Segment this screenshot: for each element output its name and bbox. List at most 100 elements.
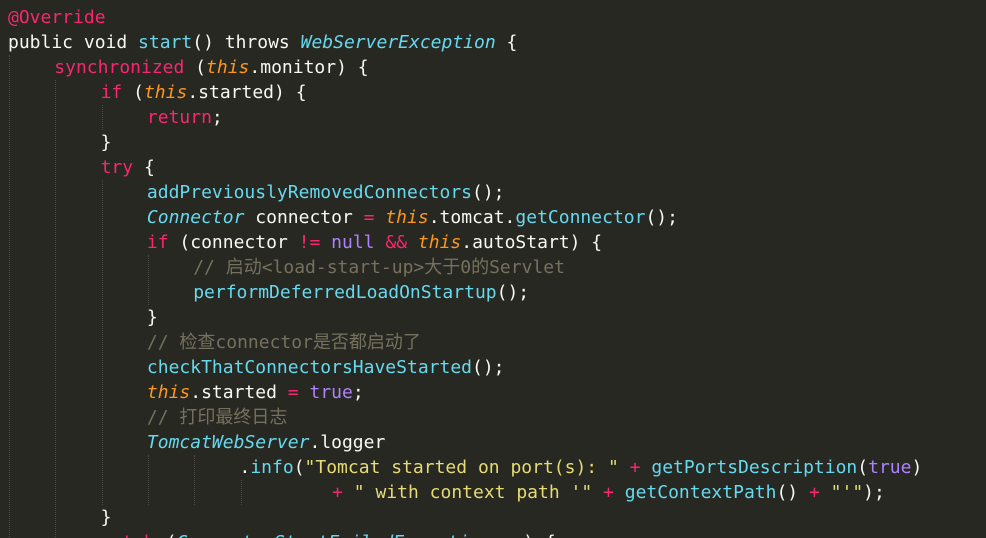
code-line[interactable]: this.started = true;: [147, 380, 364, 405]
code-token: true: [309, 382, 353, 403]
code-token: info: [250, 457, 294, 478]
code-token: TomcatWebServer: [146, 432, 310, 453]
code-token: connector: [244, 207, 364, 228]
indent-guide: [55, 80, 57, 538]
code-line[interactable]: // 启动<load-start-up>大于0的Servlet: [193, 255, 565, 280]
code-line[interactable]: + " with context path '" + getContextPat…: [332, 480, 885, 505]
code-token: {: [133, 157, 155, 178]
code-token: ;: [352, 382, 364, 403]
code-token: catch: [101, 532, 155, 538]
code-line[interactable]: // 检查connector是否都启动了: [147, 330, 421, 355]
code-line[interactable]: catch (ConnectorStartFailedException ex)…: [101, 530, 556, 538]
code-token: WebServerException: [300, 32, 496, 53]
code-token: checkThatConnectorsHaveStarted: [146, 357, 472, 378]
indent-guide: [147, 255, 149, 305]
code-token: .started) {: [187, 82, 307, 103]
code-token: }: [100, 507, 112, 528]
code-token: start: [138, 32, 193, 53]
code-line[interactable]: // 打印最终日志: [147, 405, 288, 430]
code-line[interactable]: }: [147, 305, 158, 330]
code-token: getConnector: [515, 207, 646, 228]
code-token: // 打印最终日志: [146, 407, 288, 428]
code-token: this: [417, 232, 462, 253]
code-token: ();: [472, 182, 505, 203]
code-line[interactable]: synchronized (this.monitor) {: [54, 55, 368, 80]
code-token: ): [911, 457, 923, 478]
code-token: }: [146, 307, 158, 328]
code-line[interactable]: }: [101, 130, 112, 155]
code-line[interactable]: .info("Tomcat started on port(s): " + ge…: [240, 455, 923, 480]
code-line[interactable]: try {: [101, 155, 155, 180]
code-token: +: [603, 482, 614, 503]
code-token: this: [146, 382, 191, 403]
code-token: () throws: [192, 32, 301, 53]
code-token: return: [146, 107, 212, 128]
code-token: (connector: [168, 232, 299, 253]
code-token: // 启动<load-start-up>大于0的Servlet: [193, 257, 565, 278]
code-token: (: [857, 457, 869, 478]
code-line[interactable]: if (this.started) {: [101, 80, 307, 105]
code-token: ConnectorStartFailedException: [176, 532, 490, 538]
code-token: Connector: [146, 207, 245, 228]
code-line[interactable]: return;: [147, 105, 223, 130]
code-token: try: [100, 157, 134, 178]
code-line[interactable]: performDeferredLoadOnStartup();: [193, 280, 529, 305]
code-line[interactable]: if (connector != null && this.autoStart)…: [147, 230, 602, 255]
code-token: (: [155, 532, 177, 538]
code-token: ex) {: [491, 532, 556, 538]
code-token: (: [184, 57, 207, 78]
code-line[interactable]: public void start() throws WebServerExce…: [8, 30, 517, 55]
code-token: this: [143, 82, 188, 103]
code-token: getContextPath: [624, 482, 777, 503]
code-token: (: [122, 82, 144, 103]
code-token: "Tomcat started on port(s): ": [304, 457, 619, 478]
code-token: // 检查connector是否都启动了: [146, 332, 421, 353]
code-token: true: [868, 457, 912, 478]
code-token: public void: [8, 32, 139, 53]
code-token: +: [332, 482, 343, 503]
code-token: (): [776, 482, 809, 503]
indent-guide: [101, 105, 103, 130]
indent-guide: [101, 180, 103, 505]
code-token: +: [629, 457, 641, 478]
code-token: ();: [472, 357, 505, 378]
indent-guide: [9, 55, 10, 538]
code-token: getPortsDescription: [651, 457, 858, 478]
code-token: =: [287, 382, 299, 403]
code-token: null: [331, 232, 375, 253]
indent-guide: [194, 455, 196, 505]
code-token: }: [100, 132, 112, 153]
code-token: .: [239, 457, 251, 478]
code-line[interactable]: }: [101, 505, 112, 530]
code-line[interactable]: addPreviouslyRemovedConnectors();: [147, 180, 505, 205]
code-line[interactable]: @Override: [8, 5, 106, 30]
code-token: =: [363, 207, 375, 228]
code-token: .started: [190, 382, 288, 403]
code-token: " with context path '": [353, 482, 593, 503]
code-token: synchronized: [54, 57, 185, 78]
code-token: if: [100, 82, 123, 103]
code-token: .tomcat.: [428, 207, 516, 228]
code-line[interactable]: checkThatConnectorsHaveStarted();: [147, 355, 505, 380]
code-token: @Override: [8, 7, 106, 28]
code-token: (: [293, 457, 305, 478]
code-line[interactable]: TomcatWebServer.logger: [147, 430, 385, 455]
code-token: {: [495, 32, 518, 53]
indent-guide: [240, 480, 242, 505]
code-line[interactable]: Connector connector = this.tomcat.getCon…: [147, 205, 678, 230]
code-token: ();: [496, 282, 530, 303]
code-editor[interactable]: @Override public void start() throws WebS…: [0, 0, 986, 538]
code-token: .logger: [309, 432, 386, 453]
code-token: );: [863, 482, 885, 503]
